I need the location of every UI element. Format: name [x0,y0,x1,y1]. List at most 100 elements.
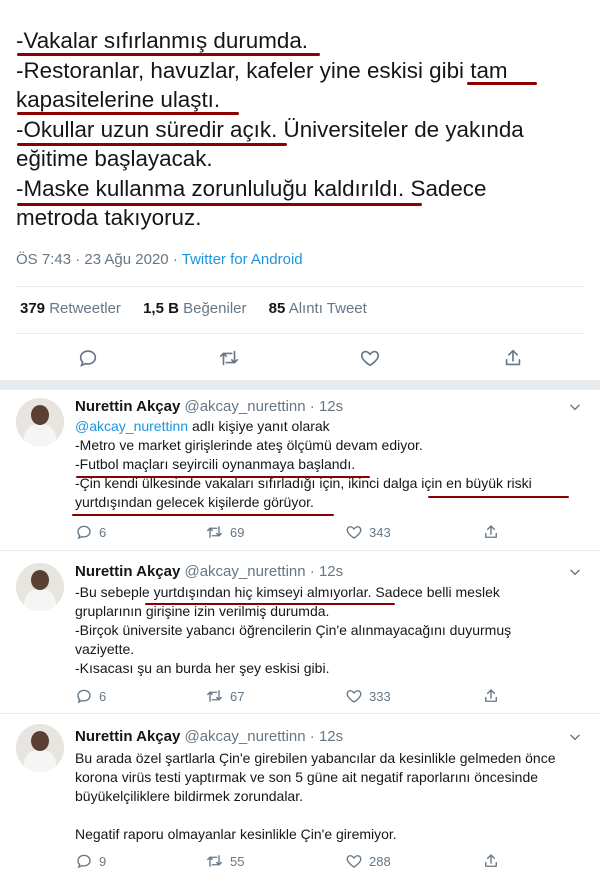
meta-separator: · [309,563,315,580]
retweet-count[interactable]: 55 [205,852,244,870]
reply-icon[interactable] [77,347,99,369]
annotation-underline [17,143,287,146]
reply-line: korona virüs testi yaptırmak ve son 5 gü… [75,769,539,785]
reply-line: Negatif raporu olmayanlar kesinlikle Çin… [75,826,397,842]
reply-line: -Kısacası şu an burda her şey eskisi gib… [75,660,330,676]
reply-tweet[interactable]: Nurettin Akçay @akcay_nurettinn · 12s -B… [0,551,600,711]
tweet-timestamp: ÖS 7:43 · 23 Ağu 2020 · Twitter for Andr… [16,251,303,268]
like-count[interactable]: 333 [345,687,391,705]
annotation-underline [72,514,334,516]
annotation-underline [76,476,370,478]
meta-separator: · [75,251,81,268]
section-separator [0,380,600,390]
reply-count[interactable]: 9 [75,852,106,870]
main-tweet-line: kapasitelerine ulaştı. [16,87,221,112]
annotation-underline [17,203,422,206]
reply-text: -Bu sebeple yurtdışından hiç kimseyi alm… [75,583,585,678]
retweet-icon[interactable] [217,347,241,369]
reply-line: büyükelçiliklere bildirmek zorundalar. [75,788,303,804]
main-tweet-text: -Vakalar sıfırlanmış durumda. -Restoranl… [16,26,586,233]
reply-count[interactable]: 6 [75,523,106,541]
tweet-time[interactable]: ÖS 7:43 [16,251,71,268]
reply-line [75,806,585,825]
annotation-underline [17,112,239,115]
reply-icon[interactable] [75,523,93,541]
meta-separator: · [172,251,178,268]
chevron-down-icon[interactable] [568,400,582,414]
share-icon[interactable] [482,523,500,541]
retweets-stat[interactable]: 379 Retweetler [20,300,121,317]
reply-line: -Metro ve market girişlerinde ateş ölçüm… [75,437,423,453]
retweet-icon[interactable] [205,852,224,870]
share-icon[interactable] [482,687,500,705]
share-icon[interactable] [482,852,500,870]
main-tweet-line: metroda takıyoruz. [16,205,202,230]
like-icon[interactable] [359,347,381,369]
like-count[interactable]: 343 [345,523,391,541]
reply-header: Nurettin Akçay @akcay_nurettinn · 12s [75,563,343,580]
annotation-underline [467,82,537,85]
reply-text: Bu arada özel şartlarla Çin'e girebilen … [75,749,585,844]
main-tweet-line: eğitime başlayacak. [16,146,213,171]
main-tweet: -Vakalar sıfırlanmış durumda. -Restoranl… [0,0,600,380]
reply-time[interactable]: 12s [319,398,343,415]
reply-line: Bu arada özel şartlarla Çin'e girebilen … [75,750,556,766]
likes-stat[interactable]: 1,5 B Beğeniler [143,300,246,317]
annotation-underline [17,53,320,56]
like-icon[interactable] [345,523,363,541]
like-icon[interactable] [345,687,363,705]
reply-header: Nurettin Akçay @akcay_nurettinn · 12s [75,398,343,415]
author-handle[interactable]: @akcay_nurettinn [184,563,305,580]
reply-time[interactable]: 12s [319,563,343,580]
author-handle[interactable]: @akcay_nurettinn [184,398,305,415]
meta-separator: · [309,398,315,415]
avatar[interactable] [16,563,64,611]
annotation-underline [428,496,569,498]
meta-separator: · [309,728,315,745]
reply-line: -Bu sebeple yurtdışından hiç kimseyi alm… [75,584,500,600]
main-tweet-actions [0,345,600,373]
avatar[interactable] [16,724,64,772]
share-icon[interactable] [502,347,524,369]
reply-count[interactable]: 6 [75,687,106,705]
retweet-icon[interactable] [205,687,224,705]
reply-header: Nurettin Akçay @akcay_nurettinn · 12s [75,728,343,745]
share-button[interactable] [482,852,500,870]
author-handle[interactable]: @akcay_nurettinn [184,728,305,745]
reply-time[interactable]: 12s [319,728,343,745]
reply-line: -Birçok üniversite yabancı öğrencilerin … [75,622,512,638]
main-tweet-line: -Vakalar sıfırlanmış durumda. [16,28,309,53]
share-button[interactable] [482,523,500,541]
reply-tweet[interactable]: Nurettin Akçay @akcay_nurettinn · 12s @a… [0,390,600,548]
divider [16,286,584,287]
chevron-down-icon[interactable] [568,730,582,744]
like-count[interactable]: 288 [345,852,391,870]
main-tweet-line: -Maske kullanma zorunluluğu kaldırıldı. … [16,175,487,201]
divider [16,333,584,334]
main-tweet-line: -Restoranlar, havuzlar, kafeler yine esk… [16,57,508,83]
chevron-down-icon[interactable] [568,565,582,579]
tweet-date[interactable]: 23 Ağu 2020 [84,251,168,268]
tweet-source-link[interactable]: Twitter for Android [182,251,303,268]
replying-to: @akcay_nurettinn adlı kişiye yanıt olara… [75,417,585,436]
like-icon[interactable] [345,852,363,870]
reply-line: -Futbol maçları seyircili oynanmaya başl… [75,456,356,472]
main-tweet-line: -Okullar uzun süredir açık. Üniversitele… [16,116,524,142]
avatar[interactable] [16,398,64,446]
reply-icon[interactable] [75,687,93,705]
reply-line: vaziyette. [75,641,135,657]
retweet-count[interactable]: 67 [205,687,244,705]
mention-link[interactable]: @akcay_nurettinn [75,418,188,434]
reply-icon[interactable] [75,852,93,870]
annotation-underline [145,603,395,605]
reply-tweet[interactable]: Nurettin Akçay @akcay_nurettinn · 12s Bu… [0,714,600,878]
author-name[interactable]: Nurettin Akçay [75,728,180,745]
share-button[interactable] [482,687,500,705]
author-name[interactable]: Nurettin Akçay [75,563,180,580]
quotes-stat[interactable]: 85 Alıntı Tweet [269,300,367,317]
retweet-count[interactable]: 69 [205,523,244,541]
replying-suffix: adlı kişiye yanıt olarak [188,418,330,434]
tweet-stats: 379 Retweetler 1,5 B Beğeniler 85 Alıntı… [20,300,385,317]
retweet-icon[interactable] [205,523,224,541]
author-name[interactable]: Nurettin Akçay [75,398,180,415]
